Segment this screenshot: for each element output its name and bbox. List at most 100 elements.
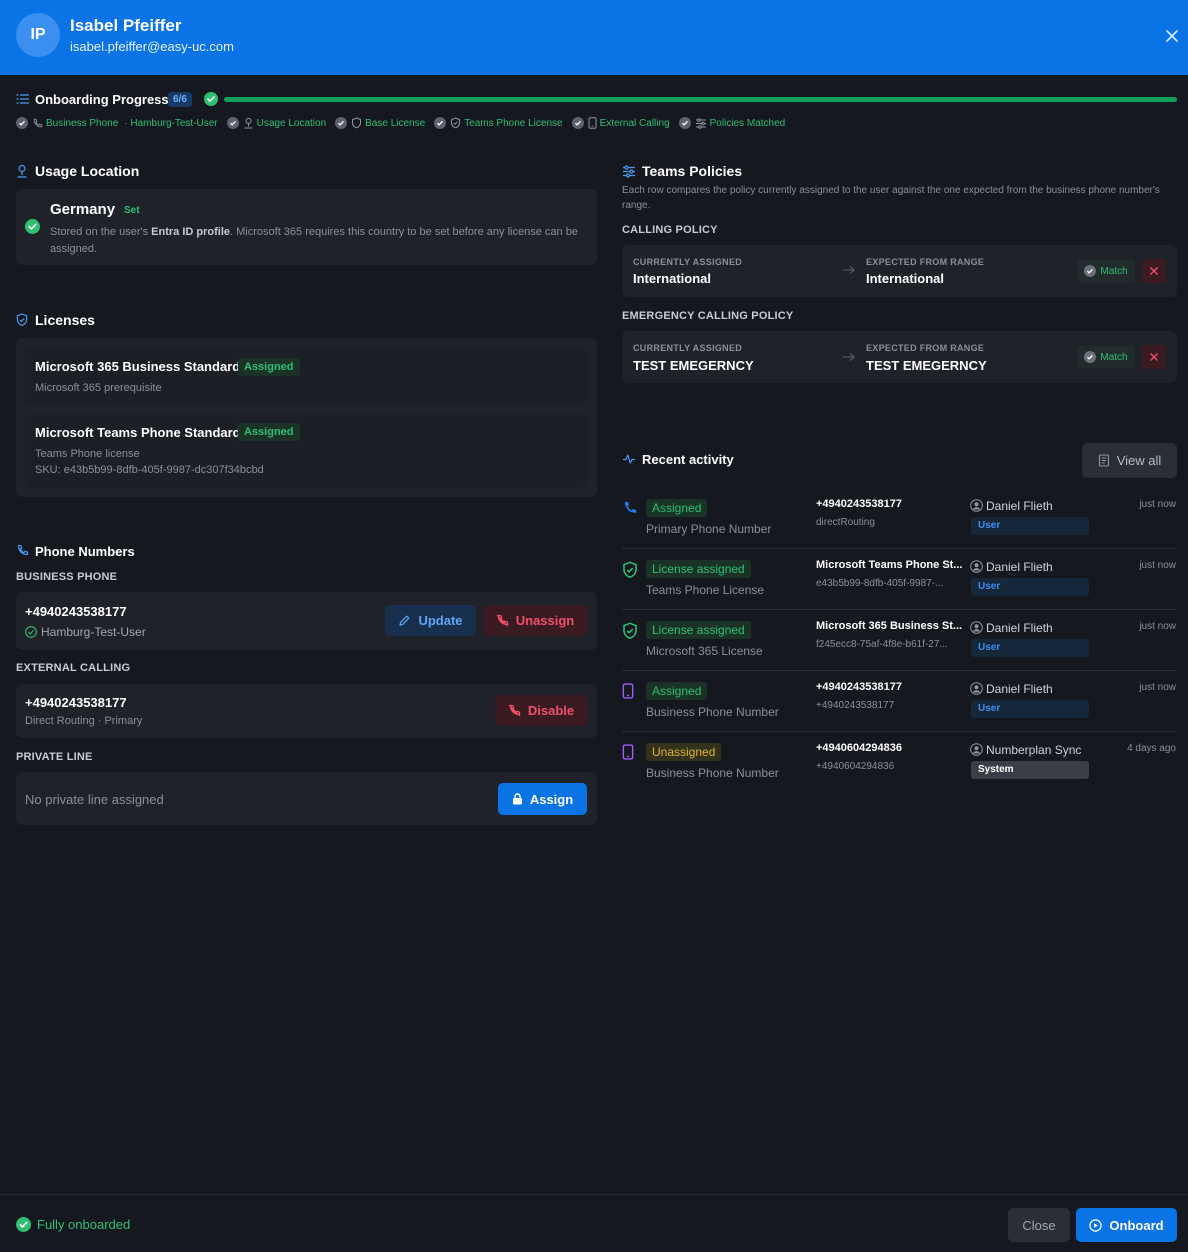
phone-icon	[32, 118, 43, 129]
activity-tag: Unassigned	[646, 743, 722, 761]
activity-target: Microsoft 365 Business St...	[816, 620, 963, 632]
expected-policy: International	[866, 271, 945, 286]
activity-target-detail: f245ecc8-75af-4f8e-b61f-27...	[816, 639, 948, 650]
private-line-caption: PRIVATE LINE	[16, 751, 93, 763]
activity-role-badge: User	[971, 578, 1089, 596]
pencil-icon	[398, 614, 411, 627]
activity-icon	[622, 453, 636, 465]
onboard-label: Onboard	[1109, 1217, 1164, 1233]
close-icon[interactable]	[1163, 27, 1181, 45]
phone-off-icon	[508, 704, 521, 717]
external-detail: Direct Routing · Primary	[25, 715, 143, 727]
step-business-phone: Business Phone	[16, 117, 118, 129]
activity-target: +4940243538177	[816, 498, 902, 510]
check-circle-icon	[1084, 265, 1097, 277]
user-circle-icon	[970, 499, 983, 512]
activity-actor: Daniel Flieth	[986, 682, 1053, 696]
shield-icon	[351, 117, 362, 129]
activity-target: Microsoft Teams Phone St...	[816, 559, 963, 571]
shield-check-icon	[450, 117, 461, 129]
business-phone-number: +4940243538177	[25, 604, 127, 619]
progress-bar	[224, 97, 1177, 102]
activity-actor: Daniel Flieth	[986, 499, 1053, 513]
usage-desc-prefix: Stored on the user's	[50, 226, 152, 238]
close-button[interactable]: Close	[1008, 1208, 1070, 1242]
activity-target-detail: e43b5b99-8dfb-405f-9987-...	[816, 578, 944, 589]
step-label: External Calling	[599, 117, 670, 129]
step-base-license: Base License	[335, 117, 425, 129]
close-icon	[1150, 353, 1158, 361]
teams-policies-title: Teams Policies	[642, 163, 743, 179]
step-business-phone-user: · Hamburg-Test-User	[124, 118, 217, 129]
policy-caption: CALLING POLICY	[622, 224, 718, 236]
activity-tag: License assigned	[646, 560, 751, 578]
shield-check-icon	[622, 561, 638, 578]
activity-row: Assigned Primary Phone Number +49402435381…	[622, 488, 1177, 549]
current-caption: CURRENTLY ASSIGNED	[633, 257, 743, 267]
step-check-icon	[16, 117, 28, 129]
dialog-header	[0, 0, 1188, 75]
step-label: · Hamburg-Test-User	[124, 117, 218, 129]
teams-policies-description: Each row compares the policy currently a…	[622, 185, 1160, 211]
step-check-icon	[335, 117, 348, 129]
update-label: Update	[418, 613, 463, 628]
usage-description: Stored on the user's Entra ID profile. M…	[50, 224, 585, 258]
activity-time: just now	[1139, 682, 1176, 693]
activity-role-badge: User	[971, 517, 1089, 535]
step-check-icon	[226, 117, 239, 129]
remove-policy-button[interactable]	[1142, 259, 1166, 283]
license-sku: SKU: e43b5b99-8dfb-405f-9987-dc307f34bcb…	[35, 464, 264, 476]
activity-target: +4940604294836	[816, 742, 902, 754]
check-circle-icon	[1084, 351, 1097, 363]
activity-row: License assigned Teams Phone License Micro…	[622, 549, 1177, 610]
remove-policy-button[interactable]	[1142, 345, 1166, 369]
shield-check-icon	[622, 622, 638, 639]
license-name: Microsoft 365 Business Standard	[35, 359, 241, 374]
activity-target: +4940243538177	[816, 681, 902, 693]
progress-check-icon	[204, 92, 218, 106]
activity-time: just now	[1139, 499, 1176, 510]
activity-role-badge: User	[971, 639, 1089, 657]
current-policy: International	[633, 271, 712, 286]
expected-caption: EXPECTED FROM RANGE	[866, 343, 985, 353]
license-status-badge: Assigned	[238, 423, 300, 441]
external-number: +4940243538177	[25, 695, 127, 710]
mobile-icon	[622, 744, 634, 760]
business-phone-user: Hamburg-Test-User	[41, 625, 146, 639]
avatar: IP	[16, 13, 60, 57]
expected-policy: TEST EMEGERNCY	[866, 358, 987, 373]
phone-icon	[16, 544, 29, 557]
activity-tag: Assigned	[646, 499, 708, 517]
step-label: Base License	[365, 117, 426, 129]
activity-time: just now	[1139, 560, 1176, 571]
unassign-button[interactable]: Unassign	[483, 605, 587, 636]
disable-button[interactable]: Disable	[495, 695, 587, 726]
policy-caption: EMERGENCY CALLING POLICY	[622, 310, 794, 322]
success-check-icon	[25, 219, 40, 234]
activity-subtitle: Business Phone Number	[646, 705, 779, 719]
activity-actor: Daniel Flieth	[986, 621, 1053, 635]
match-label: Match	[1100, 265, 1128, 277]
arrow-right-icon	[842, 265, 856, 275]
expected-caption: EXPECTED FROM RANGE	[866, 257, 985, 267]
activity-time: just now	[1139, 621, 1176, 632]
user-circle-icon	[970, 682, 983, 695]
onboard-button[interactable]: Onboard	[1076, 1208, 1177, 1242]
match-label: Match	[1100, 351, 1128, 363]
update-button[interactable]: Update	[385, 605, 476, 636]
check-circle-icon	[25, 626, 37, 638]
recent-activity-title: Recent activity	[642, 452, 734, 467]
user-email: isabel.pfeiffer@easy-uc.com	[70, 39, 234, 54]
activity-subtitle: Primary Phone Number	[646, 522, 772, 536]
business-phone-caption: BUSINESS PHONE	[16, 571, 118, 583]
step-label: Usage Location	[256, 117, 327, 129]
lock-icon	[512, 793, 523, 805]
license-note: Teams Phone license	[35, 448, 140, 460]
activity-subtitle: Teams Phone License	[646, 583, 765, 597]
assign-button[interactable]: Assign	[498, 783, 587, 815]
activity-target-detail: +4940243538177	[816, 700, 895, 711]
external-calling-caption: EXTERNAL CALLING	[16, 662, 131, 674]
onboard-status: Fully onboarded	[37, 1217, 131, 1232]
view-all-button[interactable]: View all	[1082, 443, 1177, 478]
license-name: Microsoft Teams Phone Standard	[35, 425, 241, 440]
